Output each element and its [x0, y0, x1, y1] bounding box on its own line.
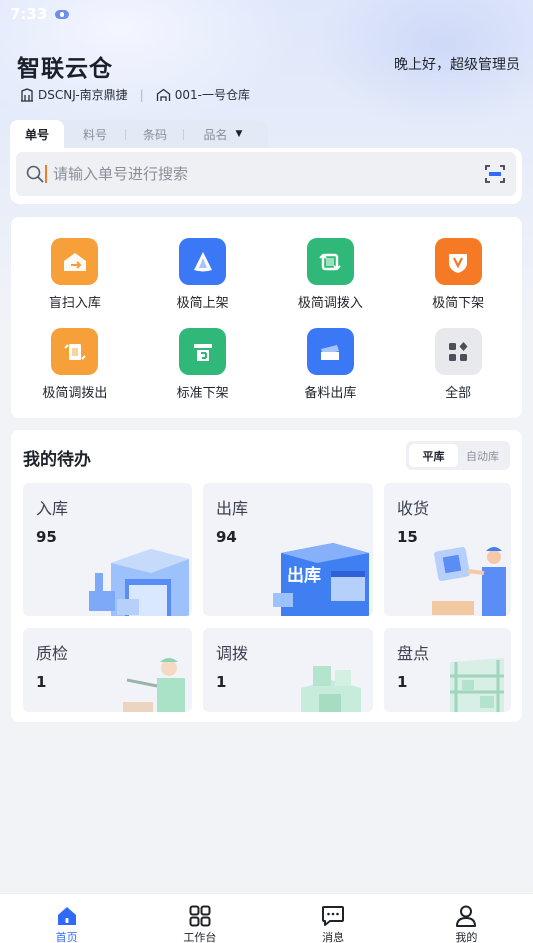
segment-flat-warehouse[interactable]: 平库 — [409, 444, 458, 467]
simple-transfer-in-icon — [306, 238, 354, 285]
todo-tile-inventory-count[interactable]: 盘点 1 — [384, 628, 511, 712]
nav-messages[interactable]: 消息 — [267, 894, 400, 943]
workbench-icon — [189, 905, 211, 927]
company-selector[interactable]: DSCNJ-南京鼎捷 — [20, 86, 128, 103]
inbound-warehouse-illustration — [89, 549, 189, 616]
chevron-down-icon: ▼ — [235, 129, 243, 139]
warehouse-icon — [156, 88, 170, 101]
blind-scan-inbound-icon — [51, 238, 99, 285]
simple-unshelving-icon — [434, 238, 482, 285]
tab-item-number[interactable]: 料号 — [64, 120, 126, 148]
bottom-navigation: 首页 工作台 消息 我的 — [0, 893, 533, 943]
transfer-illustration — [301, 666, 361, 712]
simple-shelving-icon — [179, 238, 227, 285]
simple-transfer-out-icon — [51, 328, 99, 375]
search-icon — [26, 165, 44, 183]
scan-icon[interactable] — [484, 164, 506, 184]
greeting-text: 晚上好，超级管理员 — [394, 57, 520, 73]
menu-simple-transfer-out[interactable]: 极简调拨出 — [11, 328, 139, 401]
menu-blind-scan-inbound[interactable]: 盲扫入库 — [11, 238, 139, 311]
notification-status-icon — [55, 9, 70, 19]
menu-simple-transfer-in[interactable]: 极简调拨入 — [267, 238, 395, 311]
building-icon — [21, 87, 33, 102]
todo-tile-inbound[interactable]: 入库 95 — [23, 483, 192, 616]
todo-tile-transfer[interactable]: 调拨 1 — [203, 628, 373, 712]
warehouse-type-toggle: 平库 自动库 — [406, 441, 510, 470]
home-icon — [57, 907, 76, 925]
nav-home[interactable]: 首页 — [0, 894, 133, 943]
app-title: 智联云仓 — [17, 56, 113, 82]
status-time: 7:33 — [10, 5, 48, 23]
menu-material-outbound[interactable]: 备料出库 — [267, 328, 395, 401]
todo-tile-outbound[interactable]: 出库 94 出库 — [203, 483, 373, 616]
search-type-tabs: 单号 料号 条码 品名 ▼ — [10, 120, 268, 148]
segment-auto-warehouse[interactable]: 自动库 — [458, 444, 507, 467]
receiving-worker-illustration — [432, 546, 506, 616]
todo-card: 我的待办 平库 自动库 入库 95 出库 94 出库 收货 15 质检 1 调拨… — [11, 430, 522, 722]
search-bar — [16, 152, 516, 196]
warehouse-name: 001-一号仓库 — [174, 88, 250, 102]
menu-standard-unshelving[interactable]: 标准下架 — [139, 328, 267, 401]
all-apps-icon — [434, 328, 482, 375]
tab-product-name[interactable]: 品名 ▼ — [184, 120, 262, 148]
org-selector-row: DSCNJ-南京鼎捷 | 001-一号仓库 — [20, 86, 250, 103]
material-outbound-icon — [306, 328, 354, 375]
nav-workbench[interactable]: 工作台 — [133, 894, 266, 943]
search-card: 单号 料号 条码 品名 ▼ — [10, 118, 522, 204]
quality-check-illustration — [123, 658, 185, 712]
quick-menu-card: 盲扫入库 极简上架 极简调拨入 极简下架 极简调拨出 标准下架 备料出库 全部 — [11, 217, 522, 418]
standard-unshelving-icon — [179, 328, 227, 375]
inventory-shelf-illustration — [450, 658, 504, 712]
warehouse-selector[interactable]: 001-一号仓库 — [156, 86, 250, 103]
search-input[interactable] — [47, 165, 484, 183]
quick-menu-grid: 盲扫入库 极简上架 极简调拨入 极简下架 极简调拨出 标准下架 备料出库 全部 — [11, 238, 522, 401]
tab-order-number[interactable]: 单号 — [10, 120, 64, 148]
menu-simple-unshelving[interactable]: 极简下架 — [394, 238, 522, 311]
message-icon — [322, 906, 345, 926]
company-name: DSCNJ-南京鼎捷 — [38, 88, 128, 102]
status-bar: 7:33 — [0, 0, 533, 28]
todo-tile-quality-check[interactable]: 质检 1 — [23, 628, 192, 712]
nav-profile[interactable]: 我的 — [400, 894, 533, 943]
menu-all-apps[interactable]: 全部 — [394, 328, 522, 401]
todo-title: 我的待办 — [23, 450, 91, 470]
header: 智联云仓 晚上好，超级管理员 DSCNJ-南京鼎捷 | 001-一号仓库 — [0, 40, 533, 110]
outbound-sign-text: 出库 — [287, 565, 321, 586]
profile-icon — [456, 905, 477, 927]
todo-tile-receiving[interactable]: 收货 15 — [384, 483, 511, 616]
outbound-store-illustration: 出库 — [273, 543, 369, 616]
tab-barcode[interactable]: 条码 — [126, 120, 184, 148]
menu-simple-shelving[interactable]: 极简上架 — [139, 238, 267, 311]
